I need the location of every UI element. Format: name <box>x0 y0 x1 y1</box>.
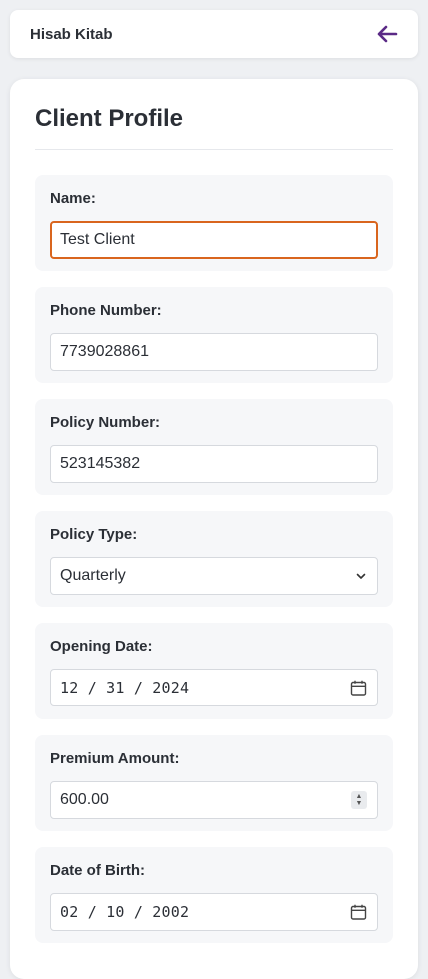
phone-label: Phone Number: <box>50 302 162 319</box>
policy-type-select[interactable]: Quarterly <box>50 557 378 595</box>
policy-type-field-group: Policy Type: Quarterly <box>35 511 393 607</box>
name-input[interactable]: Test Client <box>50 221 378 259</box>
opening-date-value: 12 / 31 / 2024 <box>60 678 190 697</box>
premium-input[interactable]: 600.00 ▲ ▼ <box>50 781 378 819</box>
arrow-left-icon <box>377 25 398 43</box>
phone-value: 7739028861 <box>60 343 149 360</box>
policy-number-field-group: Policy Number: 523145382 <box>35 399 393 495</box>
premium-label: Premium Amount: <box>50 750 180 767</box>
chevron-down-icon <box>355 570 367 582</box>
policy-type-value: Quarterly <box>60 567 126 584</box>
spinner-down-icon[interactable]: ▼ <box>356 800 363 807</box>
name-field-group: Name: Test Client <box>35 175 393 271</box>
brand-title: Hisab Kitab <box>30 25 113 43</box>
page-title: Client Profile <box>35 79 393 150</box>
name-value: Test Client <box>60 231 135 248</box>
opening-date-input[interactable]: 12 / 31 / 2024 <box>50 669 378 706</box>
calendar-icon[interactable] <box>350 679 367 696</box>
policy-number-label: Policy Number: <box>50 414 161 431</box>
premium-field-group: Premium Amount: 600.00 ▲ ▼ <box>35 735 393 831</box>
dob-field-group: Date of Birth: 02 / 10 / 2002 <box>35 847 393 943</box>
top-bar: Hisab Kitab <box>10 10 418 58</box>
calendar-icon[interactable] <box>350 904 367 921</box>
policy-number-value: 523145382 <box>60 455 141 472</box>
opening-date-field-group: Opening Date: 12 / 31 / 2024 <box>35 623 393 719</box>
policy-type-label: Policy Type: <box>50 526 138 543</box>
name-label: Name: <box>50 190 96 207</box>
client-profile-card: Client Profile Name: Test Client Phone N… <box>10 79 418 979</box>
number-spinner[interactable]: ▲ ▼ <box>351 791 367 809</box>
dob-value: 02 / 10 / 2002 <box>60 903 190 921</box>
dob-label: Date of Birth: <box>50 862 145 879</box>
phone-field-group: Phone Number: 7739028861 <box>35 287 393 383</box>
phone-input[interactable]: 7739028861 <box>50 333 378 371</box>
dob-input[interactable]: 02 / 10 / 2002 <box>50 893 378 931</box>
back-button[interactable] <box>374 21 400 47</box>
premium-value: 600.00 <box>60 791 109 808</box>
policy-number-input[interactable]: 523145382 <box>50 445 378 483</box>
spinner-up-icon[interactable]: ▲ <box>356 793 363 800</box>
opening-date-label: Opening Date: <box>50 638 153 655</box>
